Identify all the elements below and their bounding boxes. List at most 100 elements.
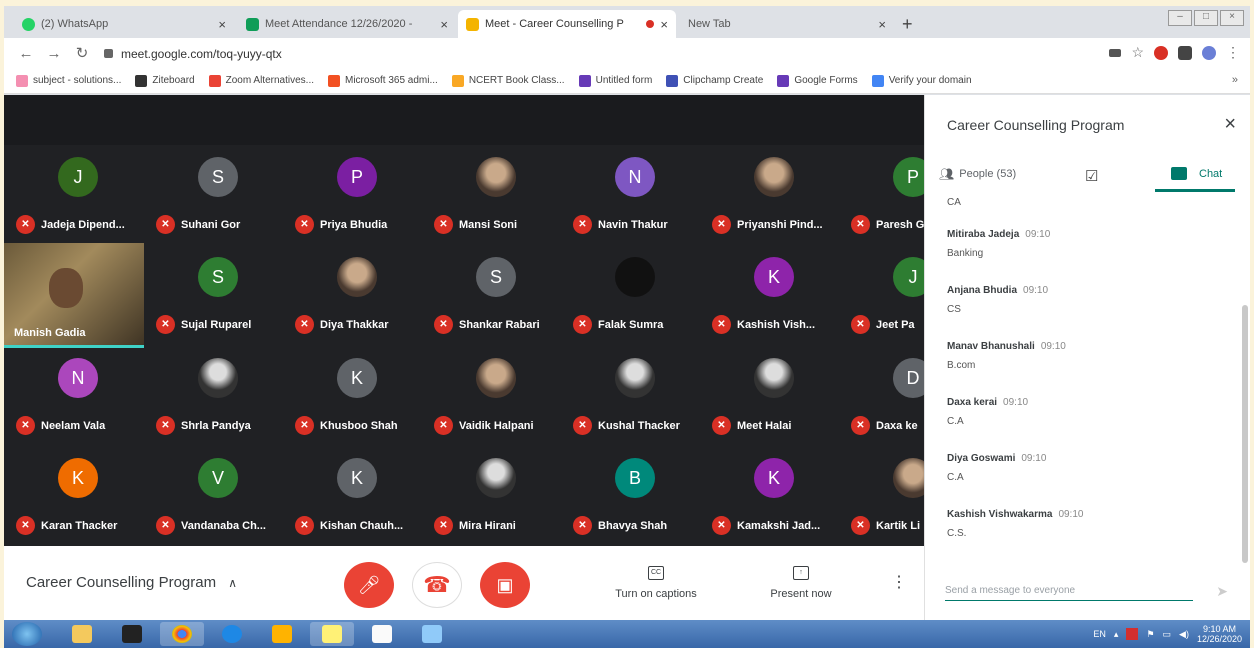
close-icon[interactable]: × [218,17,226,32]
new-tab-icon[interactable]: + [902,14,913,35]
message-header: Mitiraba Jadeja 09:10 [947,229,1050,240]
taskbar-ie[interactable] [210,622,254,646]
reload-icon[interactable]: ↻ [68,44,96,62]
close-icon[interactable]: × [660,17,668,32]
participant-tile[interactable]: P ✕ Priya Bhudia [287,145,426,245]
maximize-icon[interactable]: □ [1194,10,1218,26]
participant-tile[interactable]: V ✕ Vandanaba Ch... [148,446,287,546]
taskbar-explorer[interactable] [60,622,104,646]
chevron-up-icon[interactable]: ∧ [228,576,237,590]
camera-icon[interactable] [1109,48,1122,57]
more-options-icon[interactable]: ⋮ [891,572,907,592]
bookmarks-more-icon[interactable]: » [1232,74,1238,86]
participant-tile[interactable]: B ✕ Bhavya Shah [565,446,704,546]
flag-icon[interactable]: ⚑ [1146,629,1154,640]
participant-tile[interactable]: D ✕ Daxa ke [843,346,924,446]
mic-muted-icon: ✕ [16,516,35,535]
participant-tile[interactable]: S ✕ Shankar Rabari [426,245,565,345]
taskbar-terminal[interactable] [110,622,154,646]
tab-new-tab[interactable]: New Tab × [680,10,894,38]
participant-tile[interactable]: J ✕ Jeet Pa [843,245,924,345]
participant-tile[interactable]: P ✕ Paresh G [843,145,924,245]
bookmark-item[interactable]: Untitled form [578,74,652,87]
tab-attendance[interactable]: Meet Attendance 12/26/2020 - × [238,10,456,38]
recording-icon [646,20,655,28]
participant-tile[interactable]: ✕ Mansi Soni [426,145,565,245]
tray-arrow-icon[interactable]: ▴ [1114,629,1119,640]
tab-activities[interactable]: ☑ [1085,167,1098,185]
bookmark-item[interactable]: NCERT Book Class... [451,74,565,87]
participant-tile[interactable]: ✕ Vaidik Halpani [426,346,565,446]
participant-avatar: P [893,157,924,197]
participant-avatar [754,157,794,197]
participant-nametag: ✕ Vaidik Halpani [434,416,534,435]
star-icon[interactable]: ☆ [1131,44,1144,61]
meeting-title[interactable]: Career Counselling Program ∧ [26,574,237,591]
taskbar-app[interactable] [310,622,354,646]
tab-meet[interactable]: Meet - Career Counselling P × [458,10,676,38]
forward-icon[interactable]: → [40,45,68,62]
taskbar-chrome[interactable] [160,622,204,646]
address-bar[interactable]: meet.google.com/toq-yuyy-qtx [104,43,1024,64]
close-icon[interactable]: × [878,17,886,32]
start-button[interactable] [12,622,42,646]
menu-icon[interactable]: ⋮ [1226,44,1240,61]
present-button[interactable]: ↑ Present now [756,566,846,600]
close-window-icon[interactable]: × [1220,10,1244,26]
participant-tile[interactable]: ✕ Kushal Thacker [565,346,704,446]
participant-tile[interactable]: ✕ Kartik Li [843,446,924,546]
participant-tile[interactable]: ✕ Diya Thakkar [287,245,426,345]
participant-tile[interactable]: N ✕ Navin Thakur [565,145,704,245]
tray-app-icon[interactable] [1126,628,1139,640]
participant-tile[interactable]: K ✕ Khusboo Shah [287,346,426,446]
participant-tile[interactable]: K ✕ Karan Thacker [8,446,147,546]
chat-scrollbar[interactable] [1242,305,1248,563]
mic-off-button[interactable]: 🎤︎ [344,562,394,608]
bookmark-item[interactable]: Verify your domain [871,74,972,87]
taskbar-tool[interactable] [410,622,454,646]
bookmark-item[interactable]: Google Forms [777,74,858,87]
tab-people[interactable]: 👥︎ People (53) [939,167,1016,181]
clock[interactable]: 9:10 AM 12/26/2020 [1197,624,1242,644]
tab-chat[interactable]: Chat [1171,167,1222,180]
bookmark-item[interactable]: Zoom Alternatives... [208,74,314,87]
camera-off-button[interactable]: ▣ [480,562,530,608]
captions-button[interactable]: CC Turn on captions [604,566,708,600]
participant-tile[interactable]: ✕ Priyanshi Pind... [704,145,843,245]
participant-tile[interactable]: K ✕ Kamakshi Jad... [704,446,843,546]
participant-tile[interactable]: K ✕ Kishan Chauh... [287,446,426,546]
close-icon[interactable]: × [1224,113,1236,136]
volume-icon[interactable]: ◀) [1179,629,1189,640]
participant-tile[interactable]: S ✕ Sujal Ruparel [148,245,287,345]
participant-tile[interactable]: ✕ Mira Hirani [426,446,565,546]
send-icon[interactable]: ➤ [1216,583,1228,600]
bookmark-item[interactable]: Ziteboard [135,74,195,87]
bookmark-item[interactable]: Microsoft 365 admi... [328,74,438,87]
puzzle-icon[interactable] [1178,45,1192,60]
participant-name: Sujal Ruparel [181,318,252,331]
bookmark-item[interactable]: Clipchamp Create [666,74,763,87]
leave-call-button[interactable]: ☎︎ [412,562,462,608]
profile-avatar[interactable] [1202,45,1216,60]
self-video-tile[interactable]: Manish Gadia [4,243,144,348]
chrome-icon [172,625,192,643]
participant-tile[interactable]: ✕ Falak Sumra [565,245,704,345]
participant-tile[interactable]: S ✕ Suhani Gor [148,145,287,245]
network-icon[interactable]: ▭ [1163,629,1172,640]
meeting-title-text: Career Counselling Program [26,574,217,591]
taskbar-notepad[interactable] [360,622,404,646]
participant-tile[interactable]: N ✕ Neelam Vala [8,346,147,446]
back-icon[interactable]: ← [12,45,40,62]
language-indicator[interactable]: EN [1093,629,1106,639]
taskbar-paint[interactable] [260,622,304,646]
tab-whatsapp[interactable]: (2) WhatsApp × [14,10,234,38]
chat-input[interactable]: Send a message to everyone [945,585,1193,601]
bookmark-item[interactable]: subject - solutions... [16,74,121,87]
participant-tile[interactable]: K ✕ Kashish Vish... [704,245,843,345]
extension-red-icon[interactable] [1154,45,1168,60]
participant-tile[interactable]: ✕ Shrla Pandya [148,346,287,446]
minimize-icon[interactable]: – [1168,10,1192,26]
participant-tile[interactable]: ✕ Meet Halai [704,346,843,446]
participant-tile[interactable]: J ✕ Jadeja Dipend... [8,145,147,245]
close-icon[interactable]: × [440,17,448,32]
